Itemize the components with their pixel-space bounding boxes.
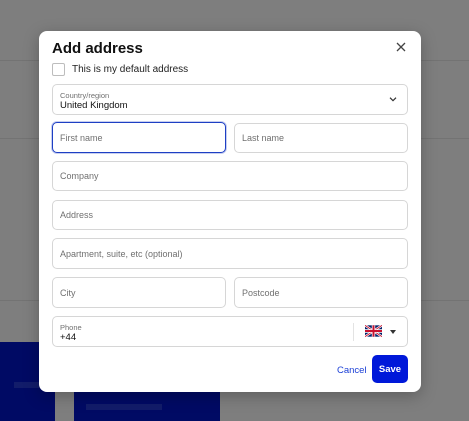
apartment-field[interactable]: Apartment, suite, etc (optional) — [52, 238, 408, 269]
first-name-placeholder: First name — [60, 132, 103, 143]
company-field[interactable]: Company — [52, 161, 408, 191]
phone-country-divider — [353, 323, 354, 341]
default-address-checkbox[interactable] — [52, 63, 65, 76]
phone-value: +44 — [60, 332, 77, 343]
address-placeholder: Address — [60, 210, 94, 220]
city-placeholder: City — [60, 287, 76, 298]
postcode-field[interactable]: Postcode — [234, 277, 408, 308]
city-field[interactable]: City — [52, 277, 226, 308]
close-icon — [396, 42, 406, 52]
first-name-field[interactable]: First name — [52, 122, 226, 153]
add-address-dialog: Add address This is my default address C… — [39, 31, 421, 392]
country-label: Country/region — [60, 91, 110, 100]
phone-country-dropdown-icon[interactable] — [390, 330, 396, 334]
country-value: United Kingdom — [60, 100, 128, 111]
default-address-row: This is my default address — [52, 63, 188, 76]
postcode-placeholder: Postcode — [242, 287, 280, 298]
uk-flag-icon[interactable] — [365, 325, 382, 337]
phone-field[interactable]: Phone +44 — [52, 316, 408, 347]
default-address-label[interactable]: This is my default address — [72, 64, 188, 75]
cancel-button[interactable]: Cancel — [337, 365, 367, 376]
company-placeholder: Company — [60, 171, 99, 181]
close-button[interactable] — [393, 39, 409, 55]
phone-label: Phone — [60, 323, 82, 332]
save-button[interactable]: Save — [372, 355, 408, 383]
address-field[interactable]: Address — [52, 200, 408, 230]
dialog-title: Add address — [52, 40, 143, 57]
last-name-field[interactable]: Last name — [234, 123, 408, 153]
chevron-down-icon — [389, 96, 397, 102]
country-select[interactable]: Country/region United Kingdom — [52, 84, 408, 115]
apartment-placeholder: Apartment, suite, etc (optional) — [60, 248, 183, 259]
last-name-placeholder: Last name — [242, 133, 285, 143]
